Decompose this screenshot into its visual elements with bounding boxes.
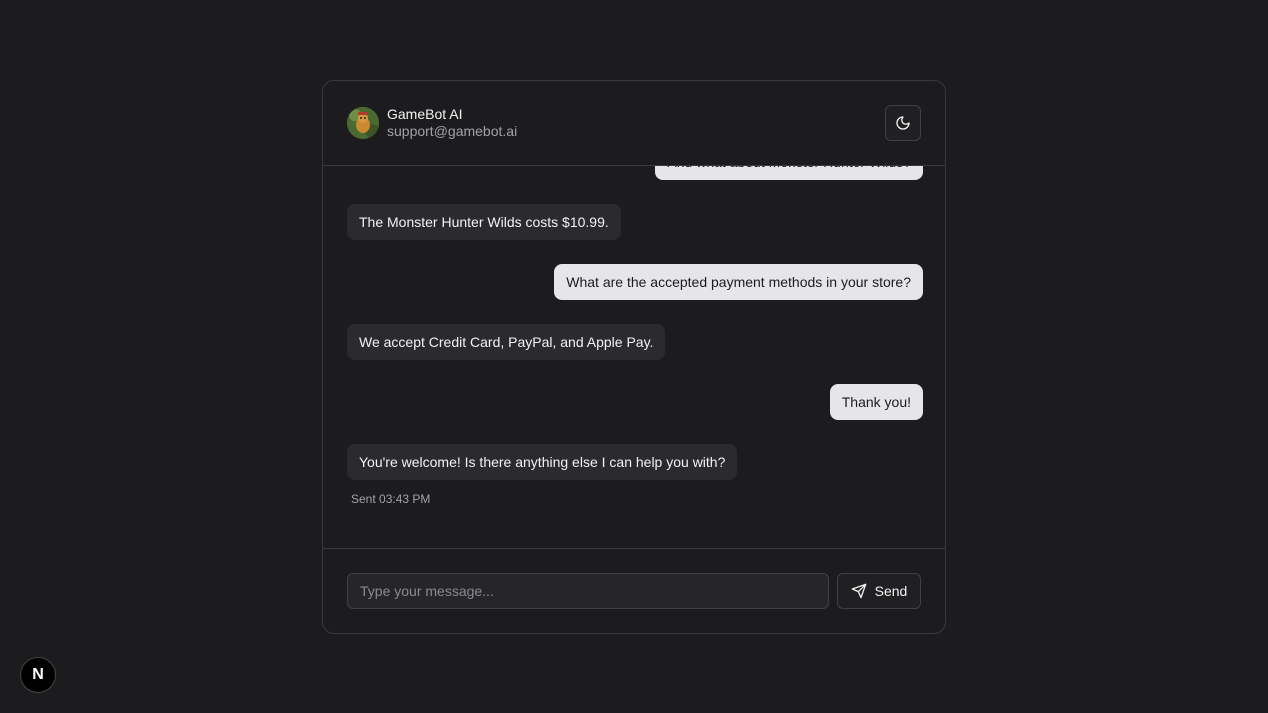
message-list[interactable]: And what about Monster Hunter Wilds? The… <box>323 166 945 549</box>
send-label: Send <box>874 583 908 599</box>
user-message: And what about Monster Hunter Wilds? <box>655 166 923 180</box>
chat-card: GameBot AI support@gamebot.ai And what a… <box>322 80 946 634</box>
nextjs-logo-icon[interactable]: N <box>20 657 56 693</box>
bot-identity: GameBot AI support@gamebot.ai <box>347 106 517 140</box>
sent-timestamp: Sent 03:43 PM <box>351 492 431 506</box>
theme-toggle-button[interactable] <box>885 105 921 141</box>
chat-header: GameBot AI support@gamebot.ai <box>323 81 945 166</box>
badge-letter: N <box>32 666 44 683</box>
bot-message: We accept Credit Card, PayPal, and Apple… <box>347 324 666 360</box>
send-button[interactable]: Send <box>837 573 921 609</box>
moon-icon <box>896 116 910 130</box>
bot-message: The Monster Hunter Wilds costs $10.99. <box>347 204 621 240</box>
bot-message: You're welcome! Is there anything else I… <box>347 444 738 480</box>
gamebot-avatar <box>347 107 379 139</box>
user-message: What are the accepted payment methods in… <box>554 264 923 300</box>
message-input[interactable] <box>347 573 829 609</box>
send-icon <box>851 583 866 599</box>
message-composer: Send <box>347 573 921 609</box>
user-message: Thank you! <box>829 384 923 420</box>
bot-name: GameBot AI <box>387 106 463 122</box>
bot-email: support@gamebot.ai <box>387 123 518 139</box>
bot-info: GameBot AI support@gamebot.ai <box>387 106 517 140</box>
